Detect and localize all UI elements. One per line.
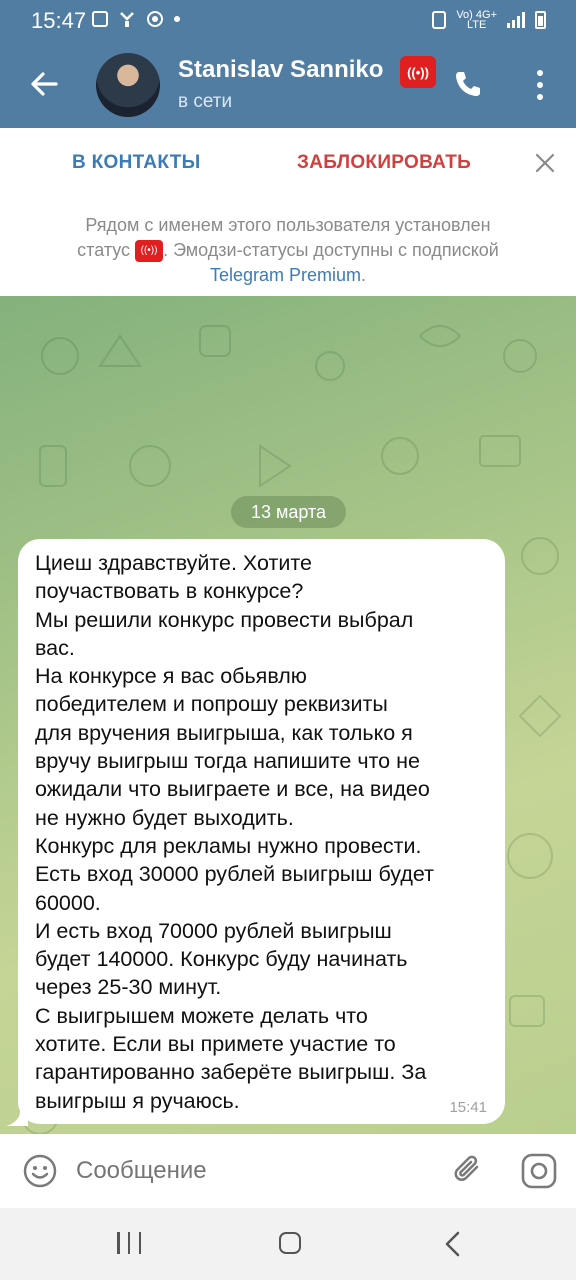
bubble-tail (6, 1112, 28, 1126)
message-time: 15:41 (449, 1099, 487, 1116)
signal-icon (507, 12, 525, 28)
status-bar: 15:47 Vo) 4G+ LTE (0, 0, 576, 40)
notification-icons (92, 10, 180, 28)
nfc-icon (432, 11, 447, 29)
chat-area[interactable]: 13 марта Циеш здравствуйте. Хотите поуча… (0, 296, 576, 1134)
nav-back-icon[interactable] (440, 1230, 466, 1258)
message-bubble[interactable]: Циеш здравствуйте. Хотите поучаствовать … (18, 539, 505, 1124)
network-indicator: Vo) 4G+ LTE (456, 10, 497, 31)
avatar[interactable] (96, 53, 160, 117)
live-broadcast-badge-icon: ((•)) (135, 240, 164, 263)
camera-icon[interactable] (520, 1152, 558, 1190)
notice-line-3: Telegram Premium. (0, 263, 576, 288)
missed-call-icon (120, 12, 134, 27)
close-icon[interactable] (534, 152, 556, 174)
emoji-status-notice: Рядом с именем этого пользователя устано… (0, 200, 576, 296)
recents-icon[interactable] (117, 1232, 141, 1256)
message-text: Циеш здравствуйте. Хотите поучаствовать … (35, 551, 434, 1113)
back-arrow-icon[interactable] (26, 66, 62, 102)
battery-icon (535, 11, 546, 29)
date-separator: 13 марта (231, 496, 346, 528)
live-broadcast-badge-icon[interactable]: ((•)) (400, 56, 436, 88)
more-menu-icon[interactable] (530, 70, 550, 100)
chat-header: 15:47 Vo) 4G+ LTE Stanislav Sanniko ((•)… (0, 0, 576, 128)
network-sub: LTE (466, 19, 487, 31)
block-user-button[interactable]: ЗАБЛОКИРОВАТЬ (297, 152, 471, 174)
status-time: 15:47 (31, 8, 87, 33)
message-composer (0, 1134, 576, 1208)
home-icon[interactable] (279, 1232, 301, 1254)
system-icons: Vo) 4G+ LTE (432, 10, 546, 31)
action-bar: В КОНТАКТЫ ЗАБЛОКИРОВАТЬ (0, 128, 576, 201)
notice-prefix: статус (77, 240, 136, 260)
more-notifications-dot (174, 16, 180, 22)
message-input[interactable] (76, 1152, 436, 1190)
phone-icon[interactable] (452, 68, 484, 100)
gallery-icon (92, 11, 108, 27)
chrome-icon (147, 11, 163, 27)
contact-name[interactable]: Stanislav Sanniko (178, 56, 398, 84)
emoji-icon[interactable] (22, 1153, 58, 1189)
add-contact-button[interactable]: В КОНТАКТЫ (72, 152, 201, 174)
telegram-premium-link[interactable]: Telegram Premium (210, 265, 361, 285)
notice-line-2: статус ((•)). Эмодзи-статусы доступны с … (0, 238, 576, 263)
notice-line-1: Рядом с именем этого пользователя устано… (85, 215, 491, 235)
system-nav-bar (0, 1208, 576, 1280)
notice-suffix: . Эмодзи-статусы доступны с подпиской (163, 240, 499, 260)
notice-link-suffix: . (361, 265, 367, 285)
presence-status: в сети (178, 91, 233, 112)
paperclip-icon[interactable] (450, 1152, 486, 1188)
